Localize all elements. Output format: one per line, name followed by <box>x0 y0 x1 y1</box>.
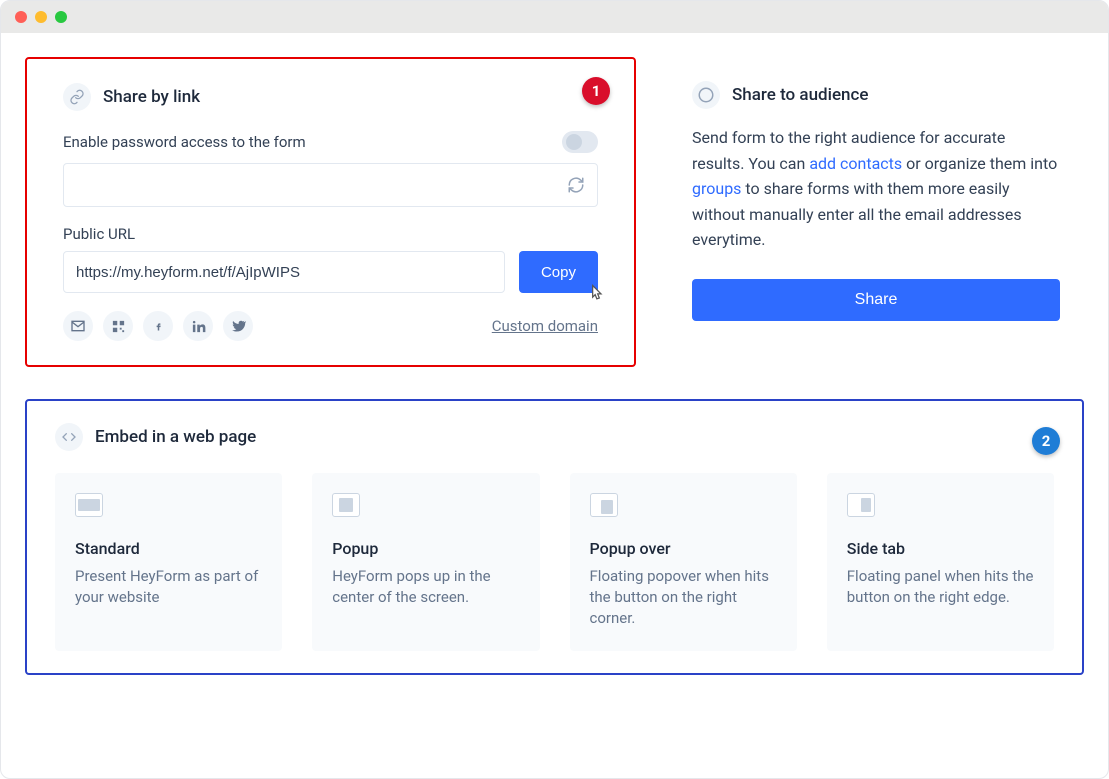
mac-titlebar <box>1 1 1108 33</box>
public-url-input[interactable] <box>63 251 505 293</box>
add-contacts-link[interactable]: add contacts <box>809 154 902 173</box>
audience-description: Send form to the right audience for accu… <box>692 125 1060 253</box>
embed-title: Embed in a web page <box>95 427 256 447</box>
embed-sidetab-icon <box>847 493 875 517</box>
embed-card-title: Side tab <box>847 539 1034 558</box>
embed-card-desc: Present HeyForm as part of your website <box>75 566 262 608</box>
embed-popover-icon <box>590 493 618 517</box>
embed-card-desc: Floating popover when hits the button on… <box>590 566 777 629</box>
password-input[interactable] <box>63 163 598 207</box>
share-to-audience-panel: Share to audience Send form to the right… <box>684 57 1084 367</box>
password-access-row: Enable password access to the form <box>63 131 598 153</box>
close-window-icon[interactable] <box>15 11 27 23</box>
copy-button[interactable]: Copy <box>519 251 598 293</box>
audience-header: Share to audience <box>692 81 1060 109</box>
linkedin-share-icon[interactable] <box>183 311 213 341</box>
embed-card-standard[interactable]: Standard Present HeyForm as part of your… <box>55 473 282 651</box>
qrcode-share-icon[interactable] <box>103 311 133 341</box>
app-window: 1 Share by link Enable password access t… <box>0 0 1109 779</box>
custom-domain-link[interactable]: Custom domain <box>492 317 598 335</box>
embed-card-title: Popup over <box>590 539 777 558</box>
share-link-title: Share by link <box>103 87 200 107</box>
embed-card-desc: Floating panel when hits the button on t… <box>847 566 1034 608</box>
maximize-window-icon[interactable] <box>55 11 67 23</box>
public-url-row: Copy <box>63 251 598 293</box>
embed-standard-icon <box>75 493 103 517</box>
minimize-window-icon[interactable] <box>35 11 47 23</box>
link-icon <box>63 83 91 111</box>
embed-card-title: Standard <box>75 539 262 558</box>
share-by-link-panel: 1 Share by link Enable password access t… <box>25 57 636 367</box>
content-area: 1 Share by link Enable password access t… <box>1 33 1108 699</box>
public-url-label: Public URL <box>63 225 598 243</box>
password-access-label: Enable password access to the form <box>63 133 306 151</box>
embed-options-grid: Standard Present HeyForm as part of your… <box>55 473 1054 651</box>
twitter-share-icon[interactable] <box>223 311 253 341</box>
embed-header: Embed in a web page <box>55 423 1054 451</box>
password-toggle[interactable] <box>562 131 598 153</box>
callout-badge-1: 1 <box>582 77 610 105</box>
embed-popup-icon <box>332 493 360 517</box>
code-icon <box>55 423 83 451</box>
callout-badge-2: 2 <box>1032 427 1060 455</box>
embed-card-title: Popup <box>332 539 519 558</box>
refresh-icon[interactable] <box>567 176 585 194</box>
facebook-share-icon[interactable] <box>143 311 173 341</box>
social-share-row: Custom domain <box>63 311 598 341</box>
embed-card-side-tab[interactable]: Side tab Floating panel when hits the bu… <box>827 473 1054 651</box>
audience-title: Share to audience <box>732 85 869 105</box>
groups-link[interactable]: groups <box>692 179 741 198</box>
embed-card-desc: HeyForm pops up in the center of the scr… <box>332 566 519 608</box>
embed-card-popup-over[interactable]: Popup over Floating popover when hits th… <box>570 473 797 651</box>
email-share-icon[interactable] <box>63 311 93 341</box>
embed-panel: 2 Embed in a web page Standard Present H… <box>25 399 1084 675</box>
audience-icon <box>692 81 720 109</box>
share-button[interactable]: Share <box>692 279 1060 321</box>
share-link-header: Share by link <box>63 83 598 111</box>
embed-card-popup[interactable]: Popup HeyForm pops up in the center of t… <box>312 473 539 651</box>
